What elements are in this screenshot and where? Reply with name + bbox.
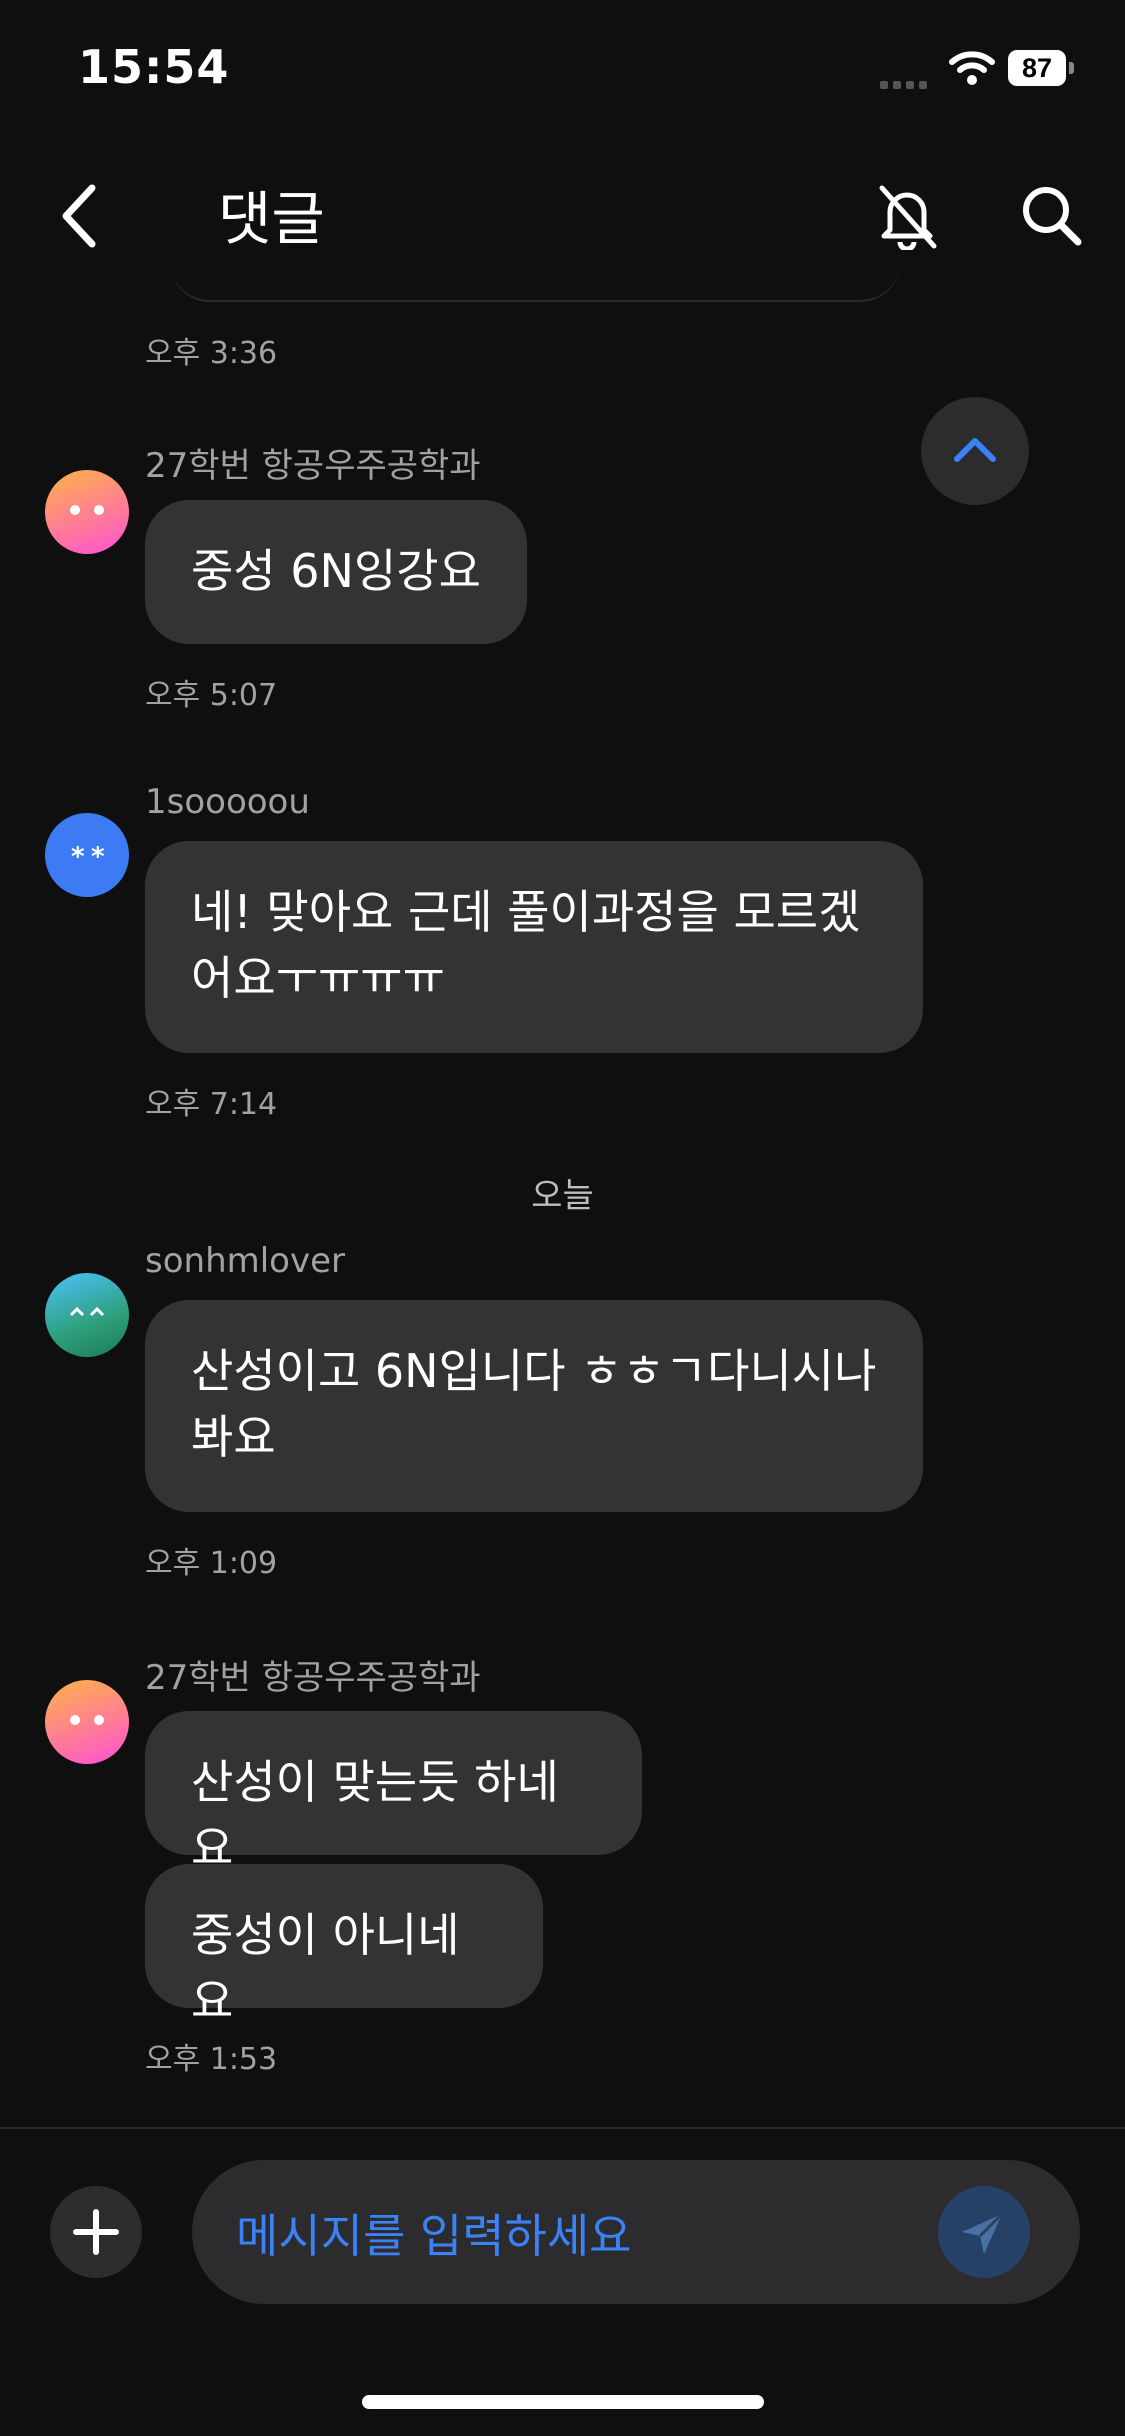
face-icon (69, 1306, 105, 1317)
send-icon (962, 2212, 1004, 2254)
page-title: 댓글 (218, 185, 325, 253)
composer-divider (0, 2127, 1125, 2129)
message-text: 산성이 맞는듯 하네요 (191, 1755, 559, 1875)
avatar[interactable] (45, 1273, 129, 1357)
send-button[interactable] (938, 2186, 1030, 2278)
mute-notifications-button[interactable] (872, 180, 942, 252)
status-time: 15:54 (78, 40, 230, 94)
cellular-signal-icon (880, 74, 934, 89)
message-text-line: 네! 맞아요 근데 풀이과정을 모르겠 (191, 885, 861, 939)
attach-button[interactable] (50, 2186, 142, 2278)
wifi-icon (948, 50, 996, 86)
chevron-up-icon (954, 438, 996, 462)
svg-text:*: * (91, 842, 105, 872)
message-bubble[interactable]: 중성 6N잉강요 (145, 500, 527, 644)
avatar[interactable]: * * (45, 813, 129, 897)
battery-level: 87 (1008, 50, 1066, 86)
svg-text:*: * (71, 842, 85, 872)
message-time: 오후 7:14 (145, 1087, 278, 1122)
message-time: 오후 1:53 (145, 2042, 278, 2077)
previous-message-bubble (170, 250, 900, 302)
face-icon: * * (71, 842, 105, 872)
avatar[interactable] (45, 470, 129, 554)
message-time: 오후 5:07 (145, 678, 278, 713)
avatar[interactable] (45, 1680, 129, 1764)
message-text: 중성이 아니네요 (191, 1908, 460, 2028)
message-text: 중성 6N잉강요 (191, 544, 481, 598)
message-sender: 27학번 항공우주공학과 (145, 446, 481, 486)
message-bubble[interactable]: 네! 맞아요 근데 풀이과정을 모르겠 어요ㅜㅠㅠㅠ (145, 841, 923, 1053)
message-time: 오후 1:09 (145, 1546, 278, 1581)
chevron-left-icon (62, 184, 96, 248)
day-divider: 오늘 (531, 1176, 594, 1216)
face-icon (70, 505, 104, 515)
message-sender: 1sooooou (145, 782, 310, 822)
message-text-line: 어요ㅜㅠㅠㅠ (191, 951, 445, 1005)
message-bubble[interactable]: 산성이 맞는듯 하네요 (145, 1711, 642, 1875)
message-text-line: 산성이고 6N입니다 ㅎㅎㄱ다니시나 (191, 1344, 877, 1398)
scroll-to-top-button[interactable] (921, 397, 1029, 505)
search-button[interactable] (1016, 180, 1086, 250)
bell-slash-icon (879, 185, 937, 252)
message-time: 오후 3:36 (145, 336, 278, 371)
message-text-line: 봐요 (191, 1410, 276, 1464)
face-icon (70, 1715, 104, 1725)
message-bubble[interactable]: 산성이고 6N입니다 ㅎㅎㄱ다니시나 봐요 (145, 1300, 923, 1512)
back-button[interactable] (52, 176, 112, 256)
message-sender: sonhmlover (145, 1241, 345, 1281)
message-input-placeholder[interactable]: 메시지를 입력하세요 (236, 2200, 632, 2266)
message-bubble[interactable]: 중성이 아니네요 (145, 1864, 543, 2028)
search-icon (1023, 187, 1082, 246)
home-indicator (362, 2395, 764, 2409)
battery-indicator: 87 (1008, 50, 1074, 86)
plus-icon (73, 2209, 119, 2255)
message-sender: 27학번 항공우주공학과 (145, 1658, 481, 1698)
